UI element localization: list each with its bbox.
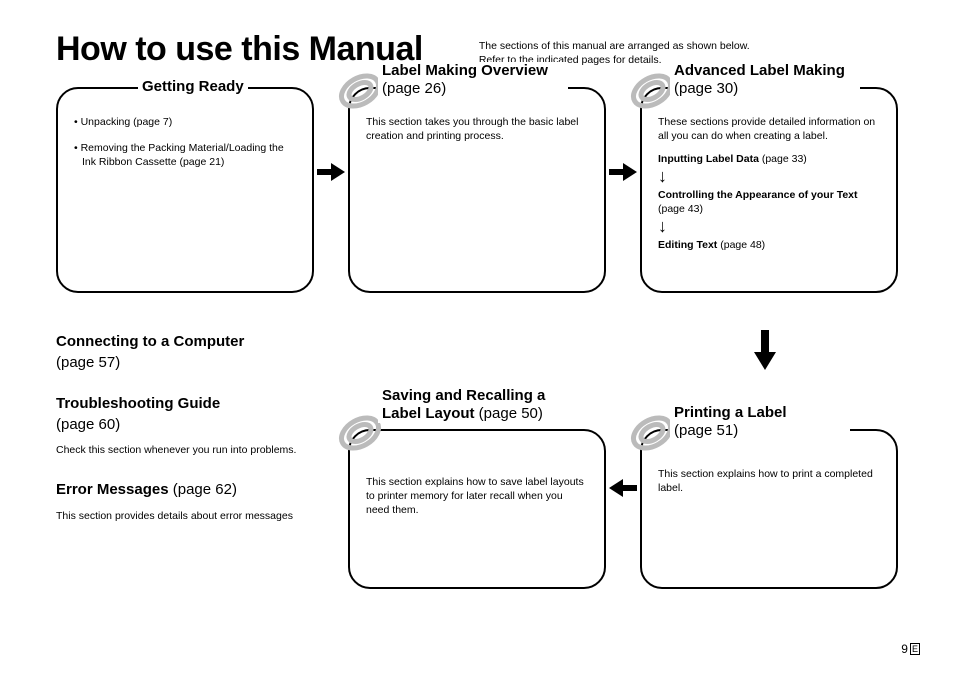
box1-bullet1: Unpacking (page 7) xyxy=(74,115,296,129)
box3-body: These sections provide detailed informat… xyxy=(658,115,880,143)
box3-title: Advanced Label Making (page 30) xyxy=(670,62,860,98)
arrow-right-icon xyxy=(314,155,348,189)
arrow-down-icon xyxy=(748,328,782,377)
box2-body: This section takes you through the basic… xyxy=(366,115,588,143)
box3-sub3: Editing Text (page 48) xyxy=(658,239,880,251)
swirl-icon xyxy=(628,67,676,115)
box2-title: Label Making Overview (page 26) xyxy=(378,62,568,98)
box1-title: Getting Ready xyxy=(138,78,248,96)
page-number: 9E xyxy=(901,642,920,656)
text-column: Connecting to a Computer (page 57) Troub… xyxy=(56,333,314,589)
heading-connecting: Connecting to a Computer (page 57) xyxy=(56,333,314,371)
box-getting-ready: Getting Ready Unpacking (page 7) Removin… xyxy=(56,87,314,293)
page-title: How to use this Manual xyxy=(56,30,423,69)
box3-sublist: Inputting Label Data (page 33) ↓ Control… xyxy=(658,153,880,251)
box4-body: This section explains how to save label … xyxy=(366,475,588,518)
box5-body: This section explains how to print a com… xyxy=(658,467,880,495)
box3-sub1: Inputting Label Data (page 33) xyxy=(658,153,880,165)
down-arrow-icon: ↓ xyxy=(658,167,880,185)
arrow-right-icon xyxy=(606,155,640,189)
heading-error-messages: Error Messages (page 62) This section pr… xyxy=(56,481,314,524)
box-saving-recalling: Saving and Recalling a Label Layout (pag… xyxy=(348,429,606,589)
box1-bullet2: Removing the Packing Material/Loading th… xyxy=(74,141,296,169)
swirl-icon xyxy=(628,409,676,457)
box-advanced-label: Advanced Label Making (page 30) These se… xyxy=(640,87,898,293)
box4-title: Saving and Recalling a Label Layout (pag… xyxy=(378,387,558,423)
arrow-left-icon xyxy=(606,471,640,505)
box-label-overview: Label Making Overview (page 26) This sec… xyxy=(348,87,606,293)
swirl-icon xyxy=(336,67,384,115)
box3-sub2: Controlling the Appearance of your Text xyxy=(658,189,880,201)
box-printing-label: Printing a Label(page 51) This section e… xyxy=(640,429,898,589)
down-arrow-icon: ↓ xyxy=(658,217,880,235)
box5-title: Printing a Label(page 51) xyxy=(670,404,850,440)
heading-troubleshooting: Troubleshooting Guide (page 60) Check th… xyxy=(56,395,314,457)
